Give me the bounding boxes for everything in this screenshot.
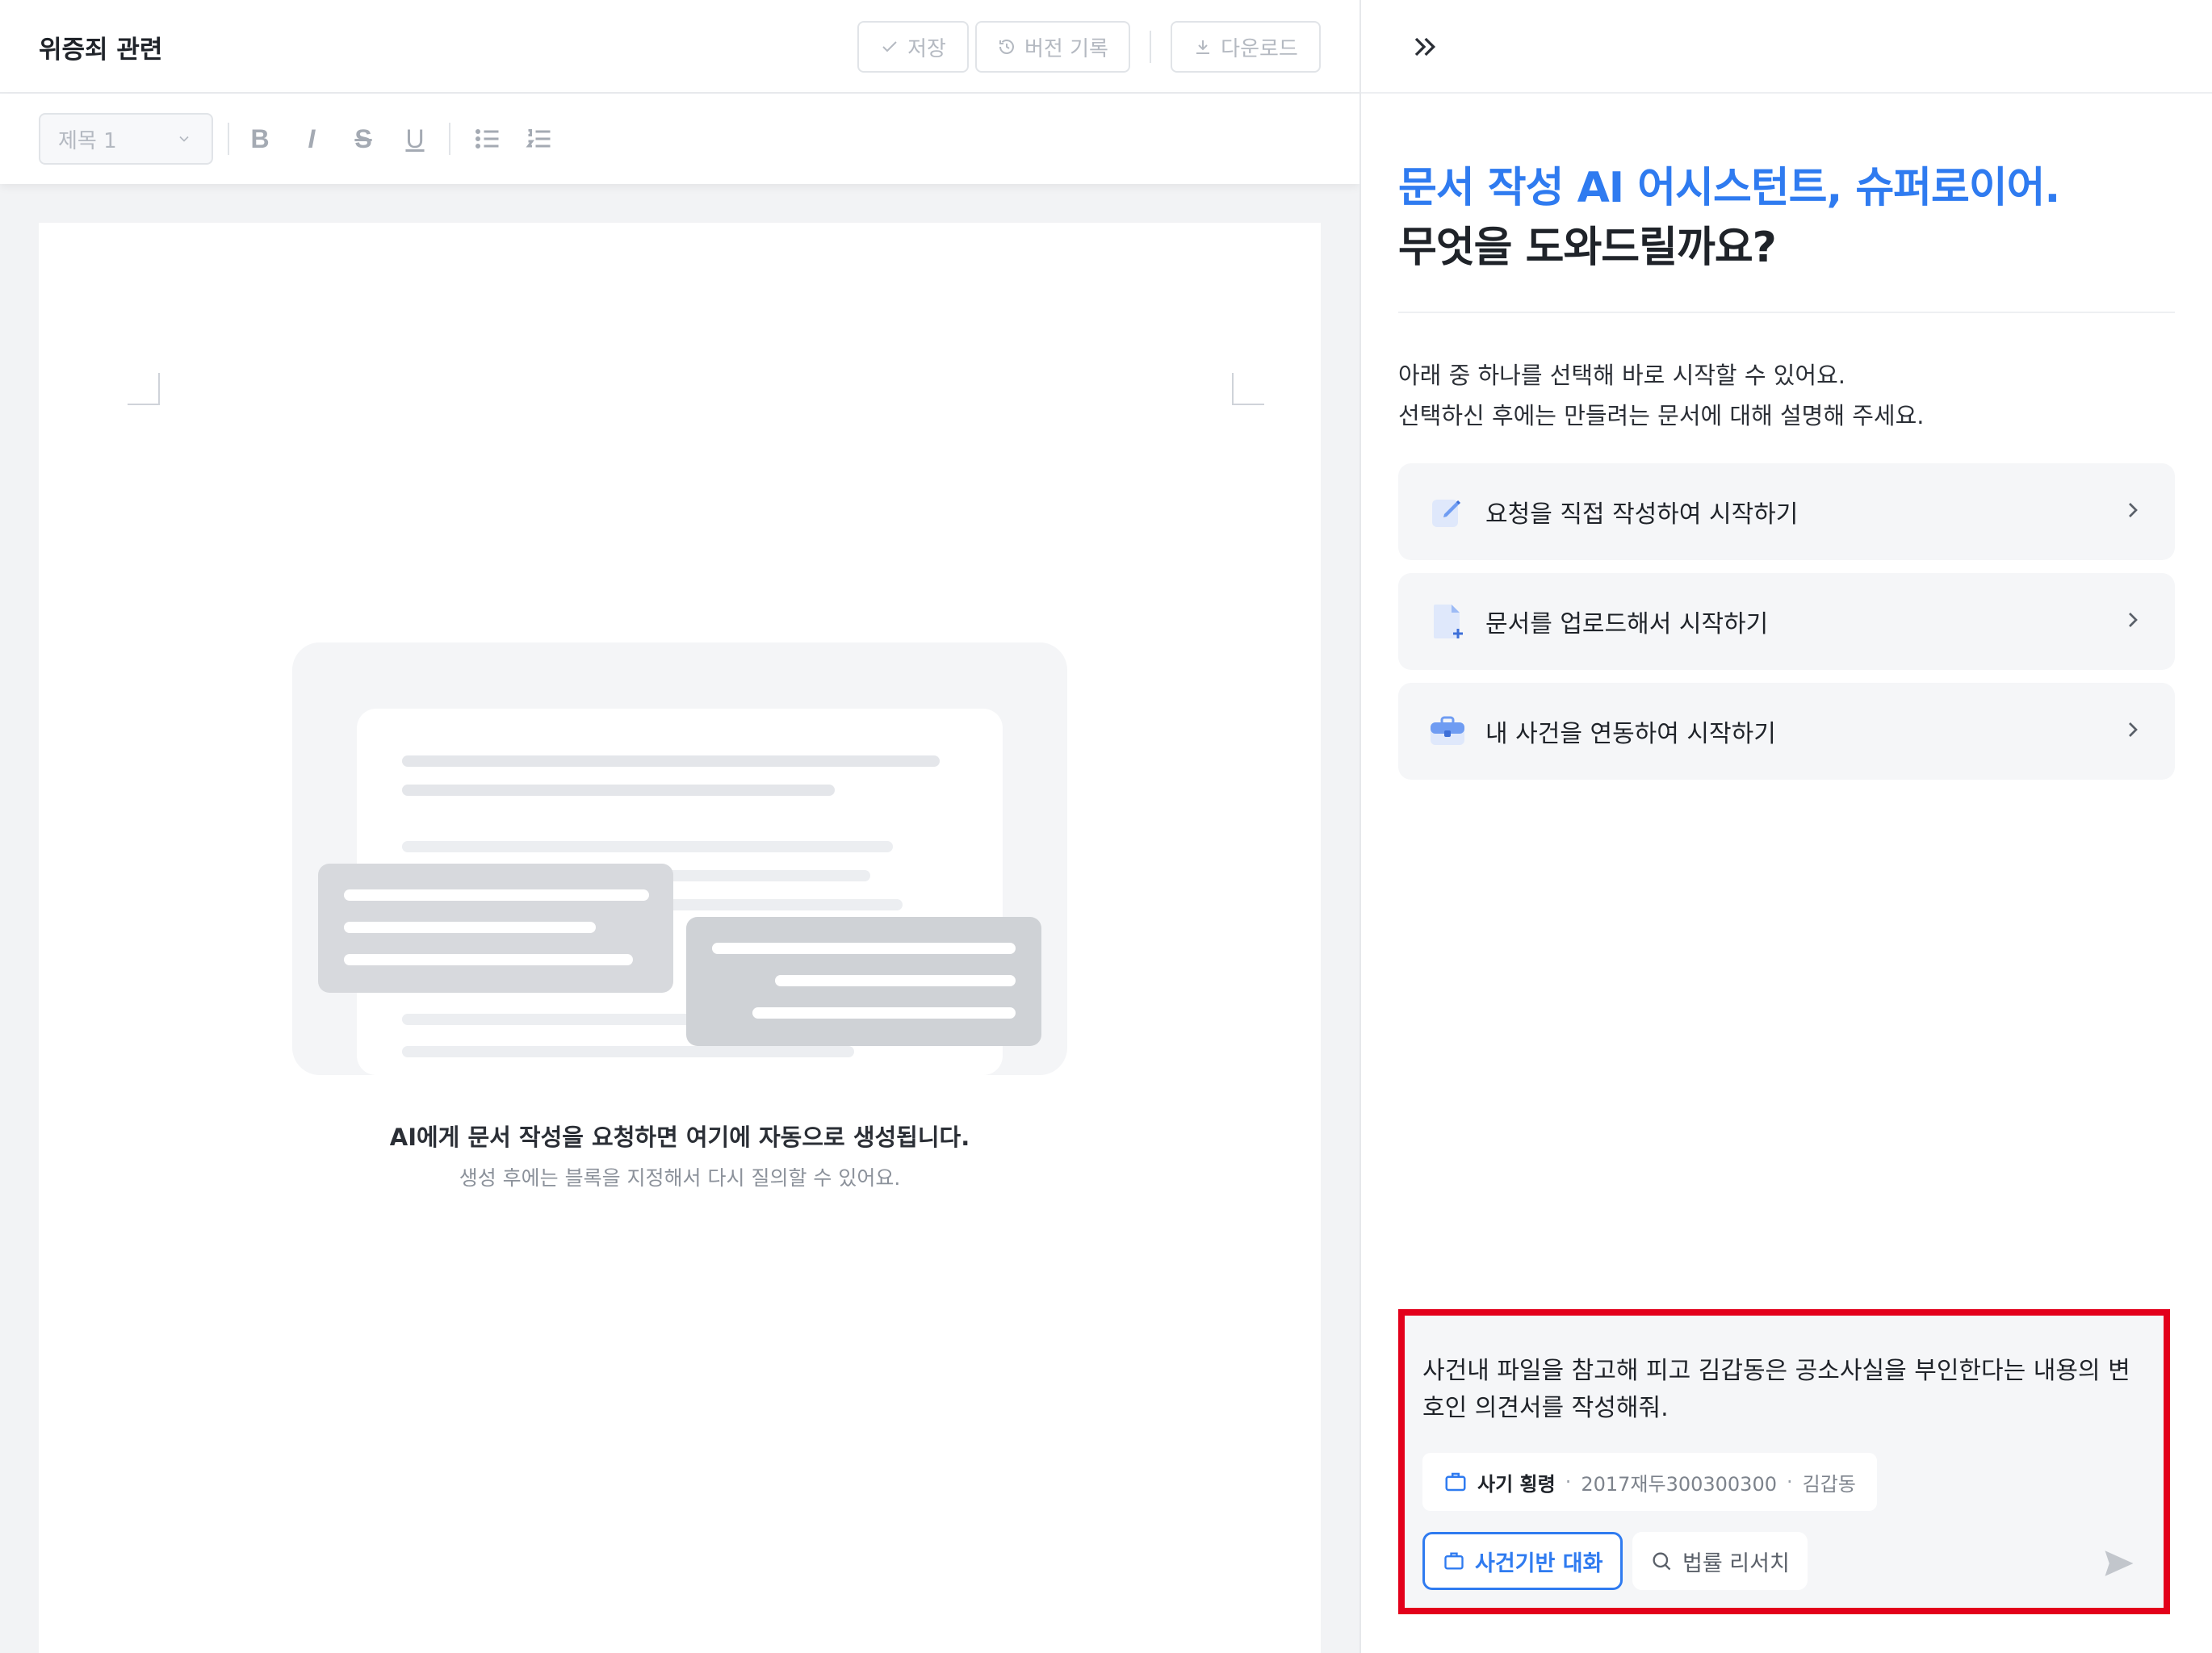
option-link-case[interactable]: 내 사건을 연동하여 시작하기 xyxy=(1398,683,2175,780)
assistant-headline: 문서 작성 AI 어시스턴트, 슈퍼로이어. 무엇을 도와드릴까요? xyxy=(1398,158,2060,278)
download-button[interactable]: 다운로드 xyxy=(1171,21,1321,73)
chat-composer: 사건내 파일을 참고해 피고 김갑동은 공소사실을 부인한다는 내용의 변호인 … xyxy=(1398,1309,2170,1614)
assistant-pane: 문서 작성 AI 어시스턴트, 슈퍼로이어. 무엇을 도와드릴까요? 아래 중 … xyxy=(1361,0,2212,1653)
case-party: 김갑동 xyxy=(1802,1472,1856,1496)
heading-select[interactable]: 제목 1 xyxy=(39,113,213,165)
check-icon xyxy=(882,41,897,52)
linked-case-chip[interactable]: 사기 횡령 · 2017재두300300300 · 김갑동 xyxy=(1422,1453,1877,1511)
chevron-right-icon xyxy=(2129,613,2138,627)
legal-research-mode-button[interactable]: 법률 리서치 xyxy=(1632,1532,1808,1590)
send-icon[interactable] xyxy=(2102,1546,2136,1580)
document-title[interactable]: 위증죄 관련 xyxy=(39,29,162,65)
assistant-intro: 아래 중 하나를 선택해 바로 시작할 수 있어요. 선택하신 후에는 만들려는… xyxy=(1398,362,1925,429)
case-chat-mode-button[interactable]: 사건기반 대화 xyxy=(1422,1532,1623,1590)
empty-state-title: AI에게 문서 작성을 요청하면 여기에 자동으로 생성됩니다. xyxy=(389,1124,970,1151)
option-write-request[interactable]: 요청을 직접 작성하여 시작하기 xyxy=(1398,463,2175,560)
search-icon xyxy=(1653,1552,1671,1571)
editor-header: 위증죄 관련 저장 버전 기록 다운로드 xyxy=(0,0,1359,94)
underline-button[interactable]: U xyxy=(400,124,429,153)
editor-pane: 위증죄 관련 저장 버전 기록 다운로드 제목 1 B I S U AI에게 문… xyxy=(0,0,1359,1653)
empty-document-illustration xyxy=(292,642,1067,1075)
empty-state-subtitle: 생성 후에는 블록을 지정해서 다시 질의할 수 있어요. xyxy=(459,1166,901,1190)
chevron-right-icon xyxy=(2129,503,2138,517)
chevron-right-icon xyxy=(2129,722,2138,737)
format-divider xyxy=(228,123,229,155)
history-icon xyxy=(999,40,1015,54)
file-add-icon xyxy=(1434,605,1463,638)
version-history-button[interactable]: 버전 기록 xyxy=(975,21,1130,73)
headline-brand: 문서 작성 AI 어시스턴트, 슈퍼로이어. xyxy=(1398,164,2060,212)
option-upload-document[interactable]: 문서를 업로드해서 시작하기 xyxy=(1398,573,2175,670)
headline-divider xyxy=(1398,312,2175,313)
briefcase-icon xyxy=(1444,1552,1464,1570)
page-margin-marker xyxy=(1232,373,1264,405)
headline-question: 무엇을 도와드릴까요? xyxy=(1398,224,1777,272)
strikethrough-button[interactable]: S xyxy=(349,124,378,153)
document-page[interactable]: AI에게 문서 작성을 요청하면 여기에 자동으로 생성됩니다. 생성 후에는 … xyxy=(39,223,1321,1653)
case-separator: · xyxy=(1565,1471,1572,1493)
assistant-header xyxy=(1361,0,2212,94)
page-margin-marker xyxy=(128,373,160,405)
bold-button[interactable]: B xyxy=(245,124,274,153)
briefcase-icon xyxy=(1431,716,1464,745)
briefcase-icon xyxy=(1445,1472,1466,1492)
format-toolbar: 제목 1 B I S U xyxy=(0,94,1359,184)
format-divider xyxy=(449,123,450,155)
toolbar-divider xyxy=(1150,31,1151,63)
case-separator: · xyxy=(1787,1471,1793,1493)
case-name: 사기 횡령 xyxy=(1477,1472,1556,1496)
composer-body: 사건내 파일을 참고해 피고 김갑동은 공소사실을 부인한다는 내용의 변호인 … xyxy=(1405,1316,2164,1608)
case-number: 2017재두300300300 xyxy=(1581,1472,1777,1496)
prompt-input[interactable]: 사건내 파일을 참고해 피고 김갑동은 공소사실을 부인한다는 내용의 변호인 … xyxy=(1422,1353,2149,1427)
pencil-note-icon xyxy=(1432,500,1461,527)
collapse-panel-icon[interactable] xyxy=(1408,31,1440,63)
italic-button[interactable]: I xyxy=(297,124,326,153)
download-icon xyxy=(1196,40,1210,54)
save-button[interactable]: 저장 xyxy=(857,21,969,73)
numbered-list-icon[interactable] xyxy=(525,124,554,153)
chevron-down-icon xyxy=(179,136,189,142)
bullet-list-icon[interactable] xyxy=(473,124,502,153)
